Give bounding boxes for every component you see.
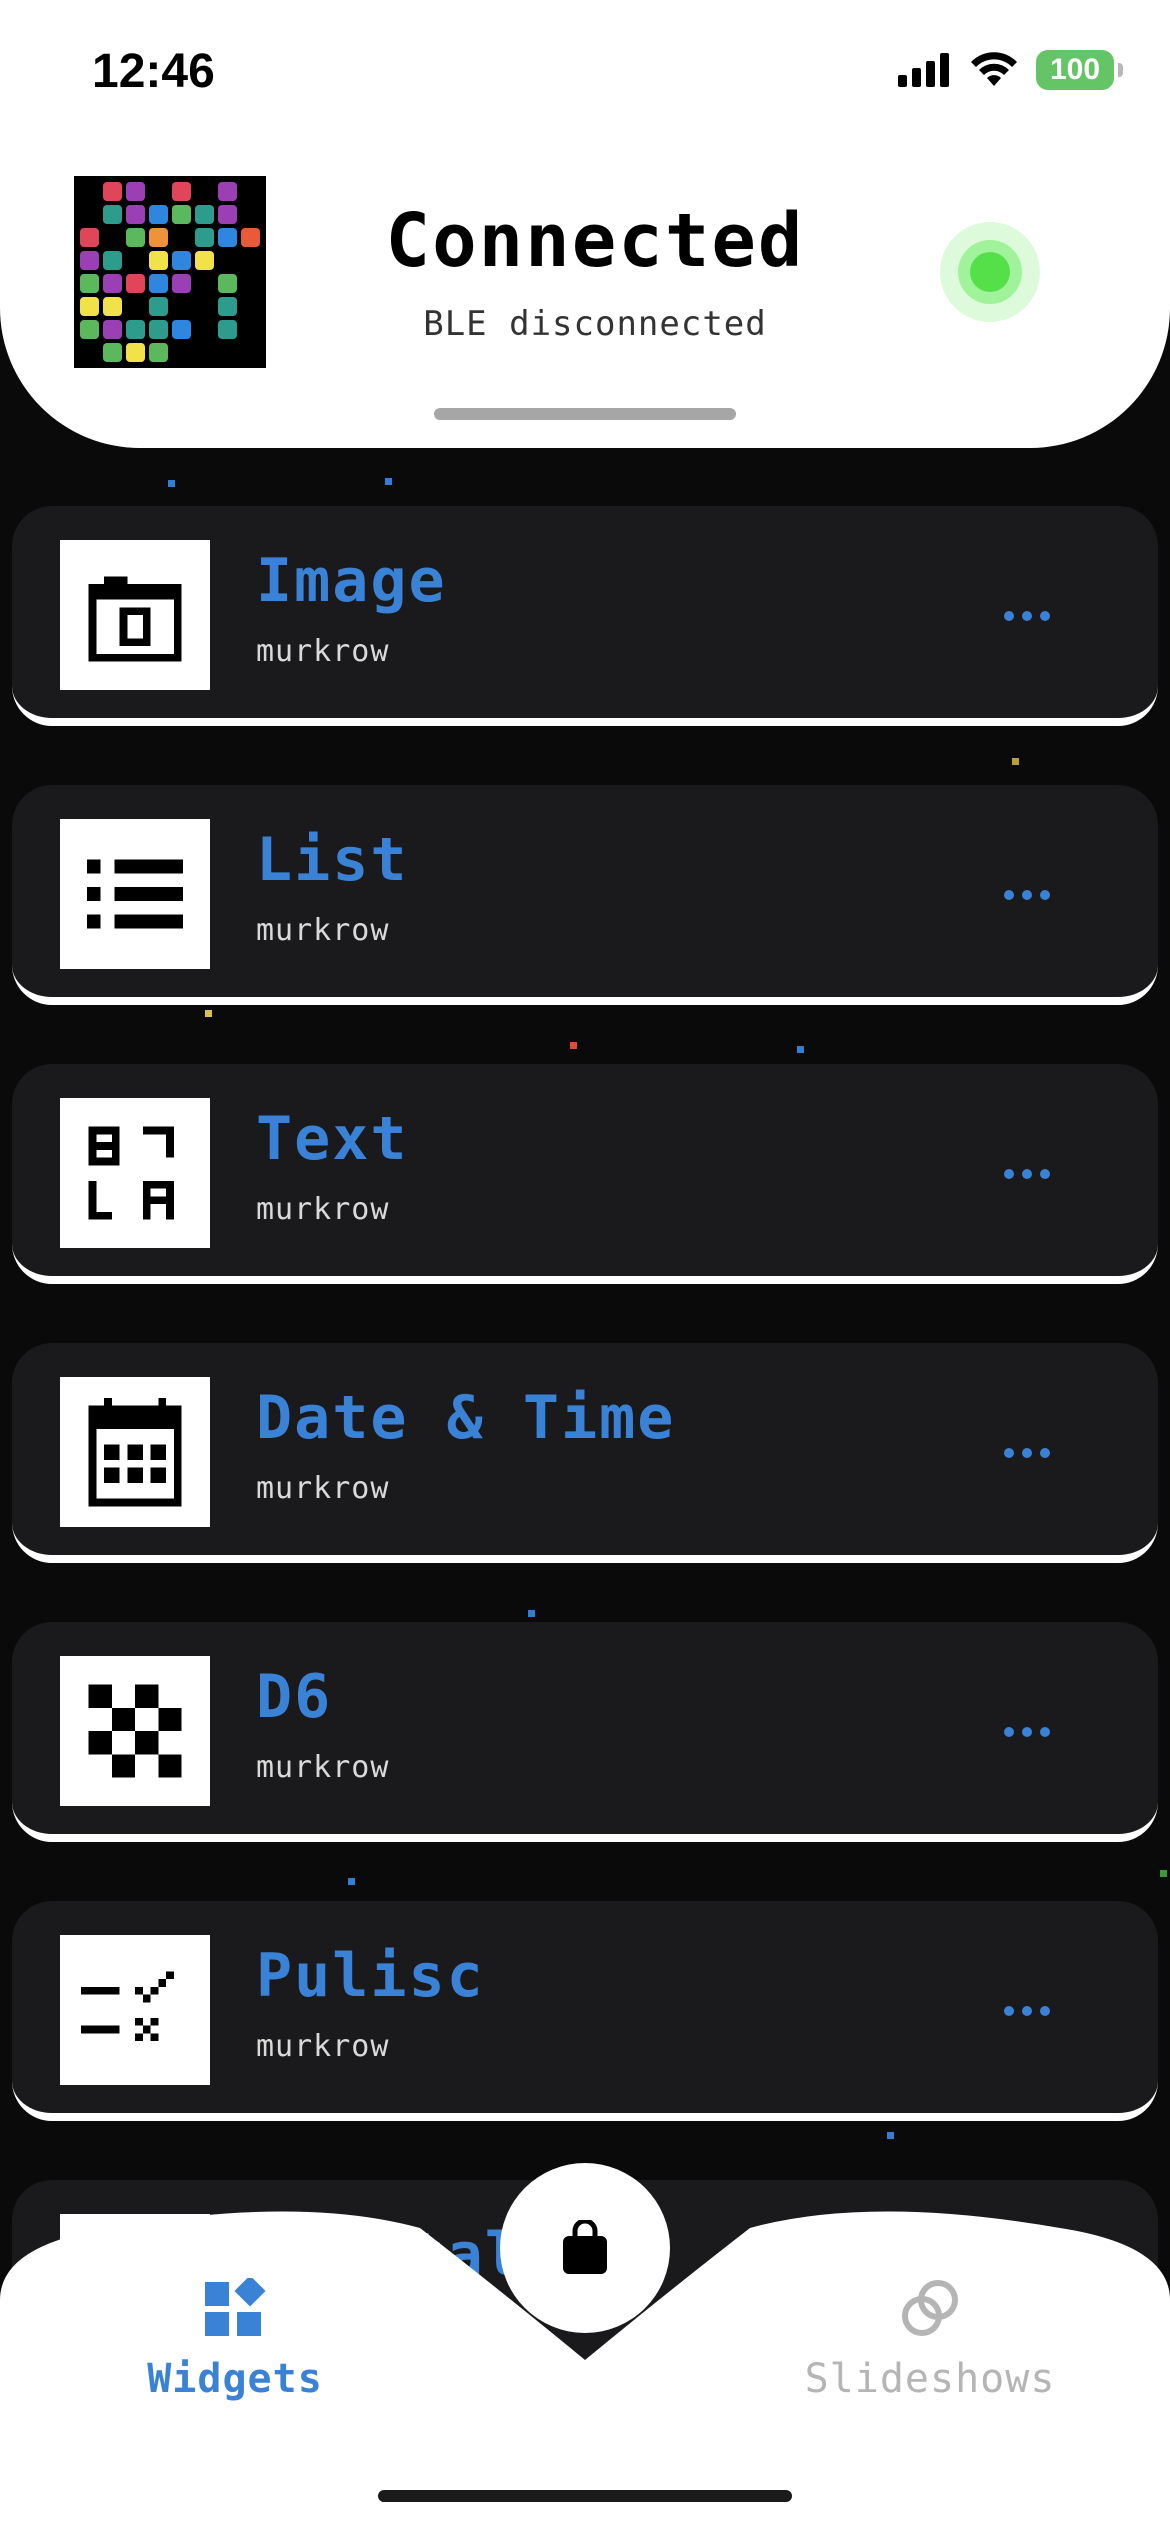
widget-card-text[interactable]: Text murkrow xyxy=(12,1064,1158,1284)
device-logo xyxy=(74,176,266,368)
status-icons: 100 xyxy=(898,50,1123,90)
widget-author: murkrow xyxy=(256,1750,390,1785)
battery-level: 100 xyxy=(1049,53,1101,86)
signal-icon xyxy=(898,53,949,87)
app-header: 12:46 100 Connected BLE disconnected xyxy=(0,0,1170,448)
status-time: 12:46 xyxy=(92,45,215,98)
particle xyxy=(528,1610,535,1617)
particle xyxy=(348,1878,355,1885)
wifi-icon xyxy=(971,52,1017,86)
widget-card-image[interactable]: Image murkrow xyxy=(12,506,1158,726)
more-options-button[interactable] xyxy=(987,1423,1067,1483)
particle xyxy=(570,1042,577,1049)
particle xyxy=(385,478,392,485)
widget-title: Image xyxy=(256,546,447,616)
widget-card-d6[interactable]: D6 murkrow xyxy=(12,1622,1158,1842)
more-options-button[interactable] xyxy=(987,586,1067,646)
particle xyxy=(1160,1870,1167,1877)
particle xyxy=(887,2132,894,2139)
store-button[interactable] xyxy=(500,2163,670,2333)
widget-card-pulisc[interactable]: Pulisc murkrow xyxy=(12,1901,1158,2121)
widget-title: D6 xyxy=(256,1662,333,1732)
widget-author: murkrow xyxy=(256,1192,390,1227)
more-options-button[interactable] xyxy=(987,865,1067,925)
tab-widgets-label: Widgets xyxy=(147,2356,323,2402)
list-icon xyxy=(60,819,210,969)
tab-widgets[interactable]: Widgets xyxy=(130,2275,340,2402)
tab-slideshows[interactable]: Slideshows xyxy=(790,2278,1070,2402)
connection-subtitle: BLE disconnected xyxy=(423,304,767,344)
particle xyxy=(168,480,175,487)
widget-card-date-time[interactable]: Date & Time murkrow xyxy=(12,1343,1158,1563)
widget-title: Text xyxy=(256,1104,409,1174)
widget-card-list[interactable]: List murkrow xyxy=(12,785,1158,1005)
more-options-button[interactable] xyxy=(987,1981,1067,2041)
battery-indicator: 100 xyxy=(1036,50,1123,90)
tab-slideshows-label: Slideshows xyxy=(804,2356,1056,2402)
text-icon xyxy=(60,1098,210,1248)
connection-status-indicator xyxy=(940,222,1040,322)
particle xyxy=(797,1046,804,1053)
widget-author: murkrow xyxy=(256,2029,390,2064)
shopping-bag-icon xyxy=(563,2220,607,2274)
widget-title: List xyxy=(256,825,409,895)
slideshows-icon xyxy=(902,2280,958,2336)
widget-title: Pulisc xyxy=(256,1941,485,2011)
more-options-button[interactable] xyxy=(987,1702,1067,1762)
widgets-icon xyxy=(205,2275,266,2336)
camera-icon xyxy=(60,540,210,690)
header-drag-handle[interactable] xyxy=(434,408,736,420)
connection-title: Connected xyxy=(385,198,805,284)
calendar-icon xyxy=(60,1377,210,1527)
widget-author: murkrow xyxy=(256,634,390,669)
widget-author: murkrow xyxy=(256,1471,390,1506)
more-options-button[interactable] xyxy=(987,1144,1067,1204)
widget-title: Date & Time xyxy=(256,1383,676,1453)
particle xyxy=(205,1010,212,1017)
checker-icon xyxy=(60,1656,210,1806)
home-indicator xyxy=(378,2490,792,2502)
particle xyxy=(1012,758,1019,765)
checklist-icon xyxy=(60,1935,210,2085)
widget-author: murkrow xyxy=(256,913,390,948)
